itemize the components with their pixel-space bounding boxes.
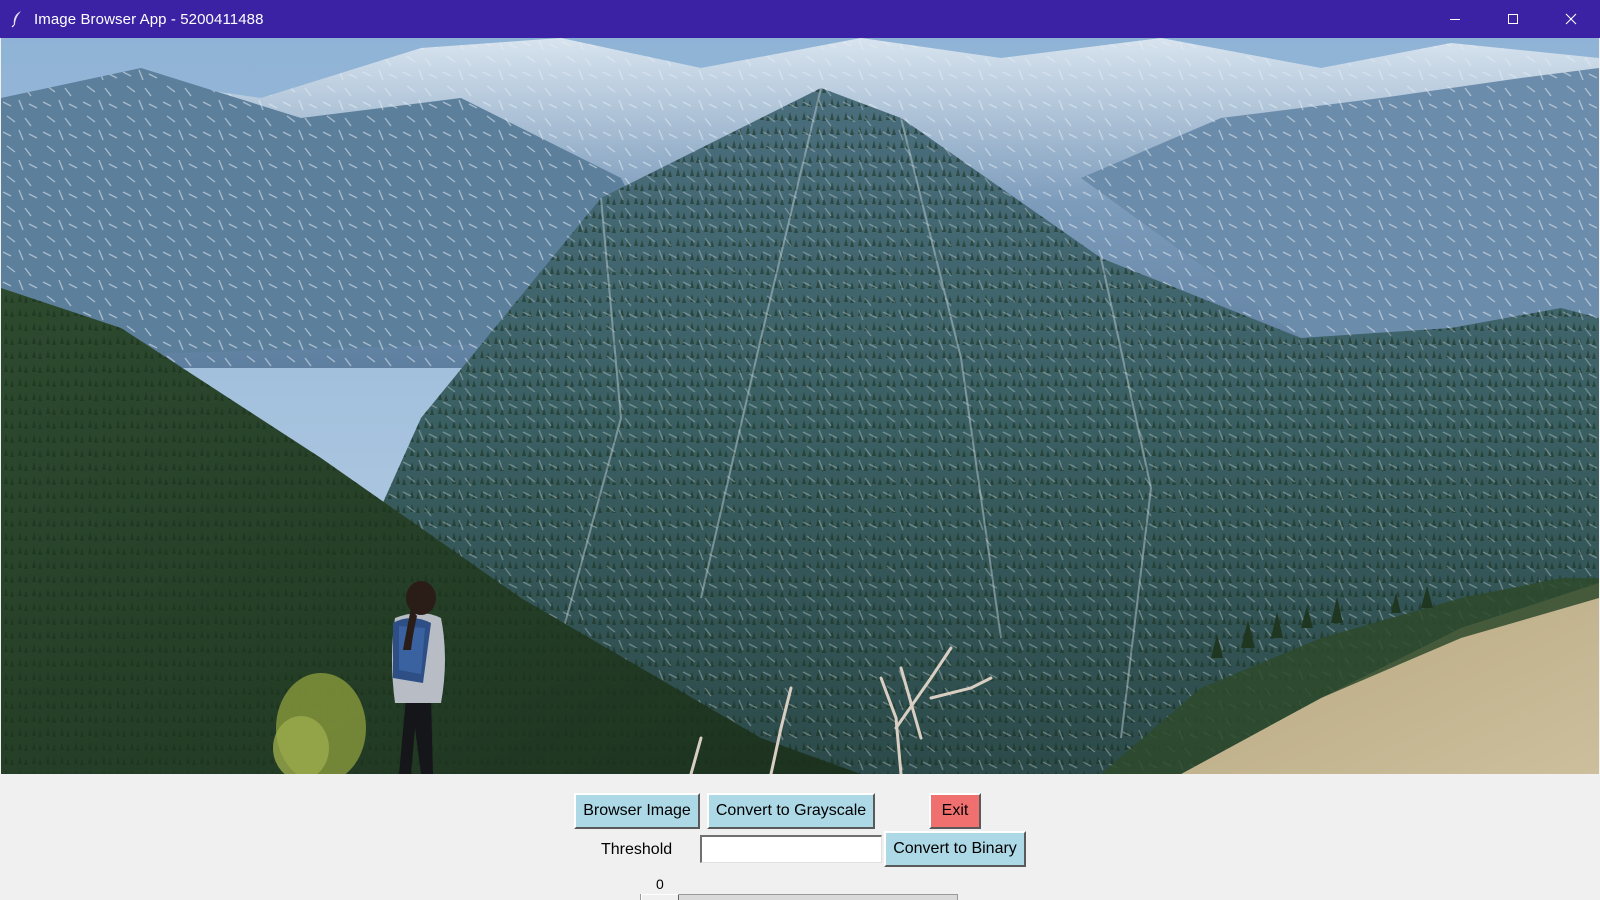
convert-grayscale-button[interactable]: Convert to Grayscale [707, 793, 875, 829]
maximize-button[interactable] [1484, 0, 1542, 38]
slider-thumb[interactable] [641, 894, 679, 900]
exit-button[interactable]: Exit [929, 793, 981, 829]
maximize-icon [1508, 14, 1518, 24]
title-bar[interactable]: Image Browser App - 5200411488 [0, 0, 1600, 38]
convert-binary-button[interactable]: Convert to Binary [884, 831, 1026, 867]
close-icon [1565, 13, 1577, 25]
threshold-label: Threshold [601, 841, 673, 858]
browse-image-button[interactable]: Browser Image [574, 793, 700, 829]
image-display [1, 38, 1599, 774]
close-button[interactable] [1542, 0, 1600, 38]
app-window: Image Browser App - 5200411488 Browser I… [0, 0, 1600, 900]
threshold-input[interactable] [700, 835, 882, 863]
slider-value: 0 [656, 876, 664, 892]
minimize-icon [1450, 19, 1460, 20]
window-controls [1426, 0, 1600, 38]
minimize-button[interactable] [1426, 0, 1484, 38]
threshold-slider[interactable] [640, 894, 958, 900]
window-title: Image Browser App - 5200411488 [34, 10, 264, 28]
landscape-photo [1, 38, 1599, 774]
feather-icon [0, 0, 34, 38]
